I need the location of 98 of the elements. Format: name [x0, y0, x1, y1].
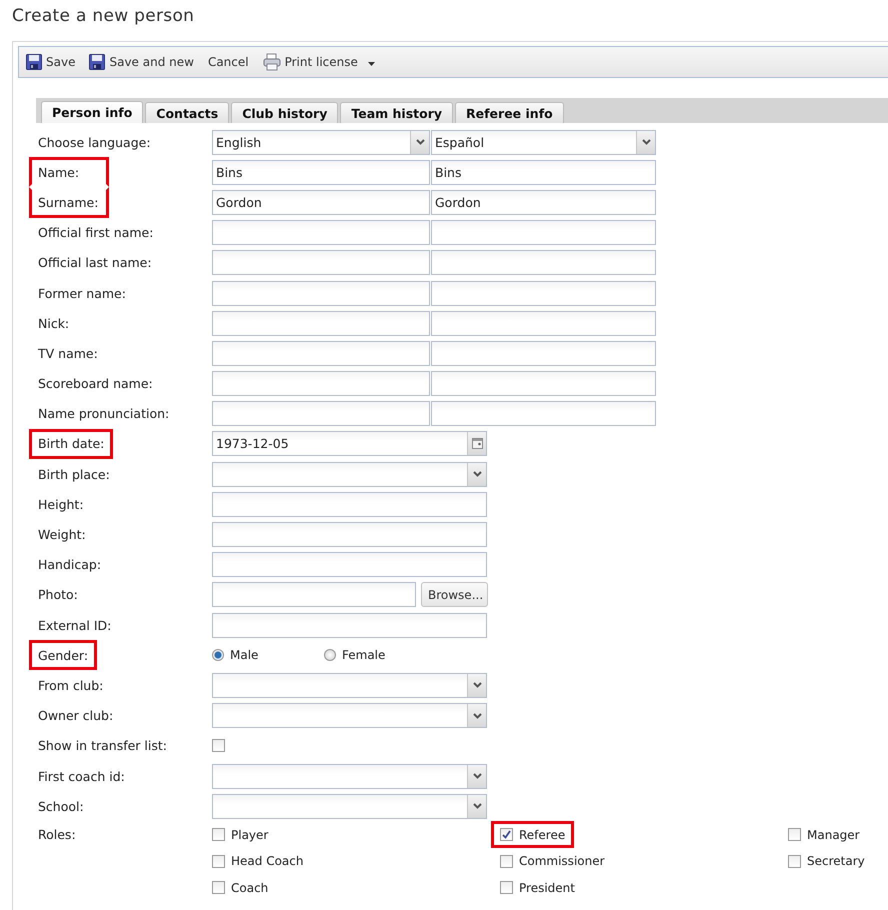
field-label: Birth place: — [38, 466, 110, 482]
dropdown[interactable] — [212, 462, 487, 487]
field-label: Name pronunciation: — [38, 406, 170, 422]
checkbox[interactable] — [212, 828, 225, 842]
field-label: Photo: — [38, 587, 78, 602]
field-label: Roles: — [38, 827, 76, 842]
chevron-down-icon — [472, 773, 482, 780]
toolbar-button[interactable]: Cancel — [208, 50, 256, 74]
field-label: External ID: — [38, 618, 112, 633]
field-label: Official first name: — [38, 225, 154, 240]
text-input[interactable] — [212, 310, 430, 336]
text-input[interactable] — [212, 492, 487, 517]
text-input[interactable] — [431, 401, 656, 426]
file-input[interactable] — [212, 582, 416, 608]
text-input[interactable]: Bins — [212, 160, 430, 185]
field-label: Gender: — [38, 648, 88, 663]
text-input[interactable] — [212, 552, 487, 578]
chevron-down-icon — [642, 139, 650, 146]
field-label: Show in transfer list: — [38, 738, 167, 754]
field-label: From club: — [38, 678, 104, 693]
text-input[interactable] — [212, 280, 430, 306]
checkbox-label: Player — [231, 828, 268, 842]
field-label: Former name: — [38, 286, 126, 301]
text-input[interactable] — [431, 220, 656, 246]
check-icon — [502, 830, 511, 840]
checkbox[interactable] — [500, 828, 513, 842]
checkbox-label: Coach — [231, 880, 268, 895]
text-input[interactable] — [431, 250, 656, 276]
text-input[interactable] — [431, 371, 656, 396]
tab[interactable]: Club history — [231, 102, 338, 123]
dropdown[interactable] — [212, 672, 487, 698]
field-label: TV name: — [38, 346, 98, 361]
tab[interactable]: Team history — [340, 102, 454, 123]
printer-icon — [262, 53, 281, 71]
calendar-icon — [472, 438, 482, 450]
checkbox-label: Commissioner — [519, 854, 605, 868]
field-label: Surname: — [38, 194, 98, 210]
checkbox-label: Manager — [807, 828, 860, 842]
text-input[interactable] — [212, 371, 430, 396]
caret-icon — [368, 62, 375, 66]
text-input[interactable] — [212, 522, 487, 548]
field-label: Handicap: — [38, 557, 102, 572]
field-label: Weight: — [38, 527, 86, 542]
chevron-down-icon — [472, 803, 482, 810]
checkbox-label: President — [519, 880, 575, 895]
checkbox-label: Secretary — [807, 854, 865, 868]
browse-button[interactable]: Browse... — [421, 582, 488, 608]
field-label: Birth date: — [38, 436, 104, 452]
chevron-down-icon — [472, 682, 482, 688]
dropdown[interactable] — [212, 794, 487, 819]
text-input[interactable]: Gordon — [431, 190, 656, 215]
dropdown[interactable] — [212, 703, 487, 728]
text-input[interactable] — [212, 220, 430, 246]
field-label: First coach id: — [38, 768, 125, 784]
field-label: Name: — [38, 164, 80, 180]
dropdown[interactable] — [212, 764, 487, 789]
checkbox-label: Head Coach — [231, 854, 304, 868]
field-label: School: — [38, 798, 84, 814]
text-input[interactable] — [212, 250, 430, 276]
field-label: Scoreboard name: — [38, 376, 153, 392]
text-input[interactable] — [212, 612, 487, 638]
checkbox[interactable] — [500, 881, 513, 894]
checkbox[interactable] — [212, 739, 225, 752]
checkbox[interactable] — [212, 854, 225, 868]
checkbox[interactable] — [212, 881, 225, 894]
checkbox[interactable] — [788, 854, 801, 868]
tab[interactable]: Referee info — [455, 102, 564, 123]
field-label: Owner club: — [38, 708, 114, 724]
field-label: Official last name: — [38, 255, 152, 270]
field-label: Height: — [38, 496, 84, 512]
text-input[interactable] — [431, 340, 656, 366]
checkbox[interactable] — [788, 828, 801, 842]
text-input[interactable] — [431, 280, 656, 306]
field-label: Nick: — [38, 316, 70, 331]
dropdown[interactable]: Español — [431, 130, 656, 155]
checkbox-label: Referee — [519, 828, 566, 842]
tab[interactable]: Person info — [41, 101, 144, 123]
chevron-down-icon — [472, 471, 482, 478]
chevron-down-icon — [472, 712, 482, 719]
toolbar-button[interactable]: Save and new — [89, 50, 201, 74]
print-menu-button[interactable]: Print license — [262, 50, 382, 74]
radio-label: Male — [230, 648, 258, 662]
text-input[interactable]: Gordon — [212, 190, 430, 215]
text-input[interactable] — [431, 310, 656, 336]
tab[interactable]: Contacts — [145, 102, 230, 123]
text-input[interactable] — [212, 340, 430, 366]
radio-label: Female — [342, 648, 386, 662]
chevron-down-icon — [416, 139, 424, 146]
text-input[interactable]: Bins — [431, 160, 656, 185]
radio-button[interactable] — [324, 649, 336, 662]
checkbox[interactable] — [500, 854, 513, 868]
page-title: Create a new person — [11, 5, 196, 28]
date-input[interactable]: 1973-12-05 — [212, 431, 487, 456]
text-input[interactable] — [212, 401, 430, 426]
dropdown[interactable]: English — [212, 130, 430, 155]
field-label: Choose language: — [38, 134, 151, 150]
radio-button[interactable] — [212, 649, 224, 662]
toolbar-button[interactable]: Save — [26, 50, 82, 74]
